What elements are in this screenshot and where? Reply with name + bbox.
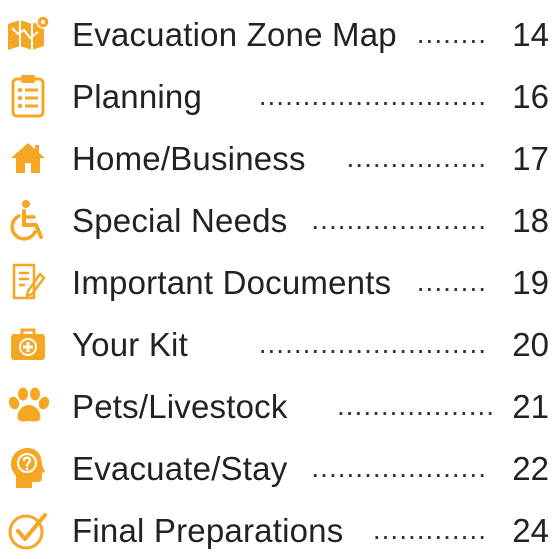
toc-entry-important-documents[interactable]: Important Documents ........ 19 (0, 251, 557, 313)
toc-page-number: 21 (512, 387, 549, 425)
map-icon (4, 10, 52, 58)
dot-leader: ........ (416, 266, 487, 297)
head-question-icon (4, 444, 52, 492)
dot-leader: ............. (372, 514, 487, 545)
toc-entry-pets-livestock[interactable]: Pets/Livestock .................. 21 (0, 375, 557, 437)
dot-leader: .................... (311, 452, 487, 483)
house-icon (4, 134, 52, 182)
toc-entry-planning[interactable]: Planning .......................... 16 (0, 65, 557, 127)
toc-entry-label: Final Preparations (72, 511, 344, 549)
toc-page-number: 18 (512, 201, 549, 239)
toc-entry-final-preparations[interactable]: Final Preparations ............. 24 (0, 499, 557, 559)
first-aid-kit-icon (4, 320, 52, 368)
toc-page-number: 24 (512, 511, 549, 549)
toc-entry-label: Evacuation Zone Map (72, 15, 397, 53)
dot-leader: .......................... (258, 328, 487, 359)
toc-page-number: 16 (512, 77, 549, 115)
dot-leader: .................... (311, 204, 487, 235)
toc-page-number: 19 (512, 263, 549, 301)
checkmark-icon (4, 506, 52, 554)
toc-entry-evacuate-stay[interactable]: Evacuate/Stay .................... 22 (0, 437, 557, 499)
toc-entry-label: Pets/Livestock (72, 387, 288, 425)
dot-leader: ................ (346, 142, 487, 173)
toc-page-number: 22 (512, 449, 549, 487)
dot-leader: ........ (416, 18, 487, 49)
toc-page-number: 17 (512, 139, 549, 177)
wheelchair-icon (4, 196, 52, 244)
toc-entry-label: Your Kit (72, 325, 188, 363)
dot-leader: .......................... (258, 80, 487, 111)
table-of-contents: Evacuation Zone Map ........ 14 Planning… (0, 0, 557, 559)
toc-entry-your-kit[interactable]: Your Kit .......................... 20 (0, 313, 557, 375)
document-icon (4, 258, 52, 306)
toc-entry-label: Special Needs (72, 201, 288, 239)
toc-entry-label: Planning (72, 77, 203, 115)
toc-entry-label: Home/Business (72, 139, 306, 177)
dot-leader: .................. (337, 390, 496, 421)
toc-entry-label: Important Documents (72, 263, 392, 301)
clipboard-icon (4, 72, 52, 120)
toc-entry-label: Evacuate/Stay (72, 449, 288, 487)
toc-page-number: 20 (512, 325, 549, 363)
toc-entry-special-needs[interactable]: Special Needs .................... 18 (0, 189, 557, 251)
toc-page-number: 14 (512, 15, 549, 53)
paw-icon (4, 382, 52, 430)
toc-entry-evacuation-zone-map[interactable]: Evacuation Zone Map ........ 14 (0, 3, 557, 65)
toc-entry-home-business[interactable]: Home/Business ................ 17 (0, 127, 557, 189)
